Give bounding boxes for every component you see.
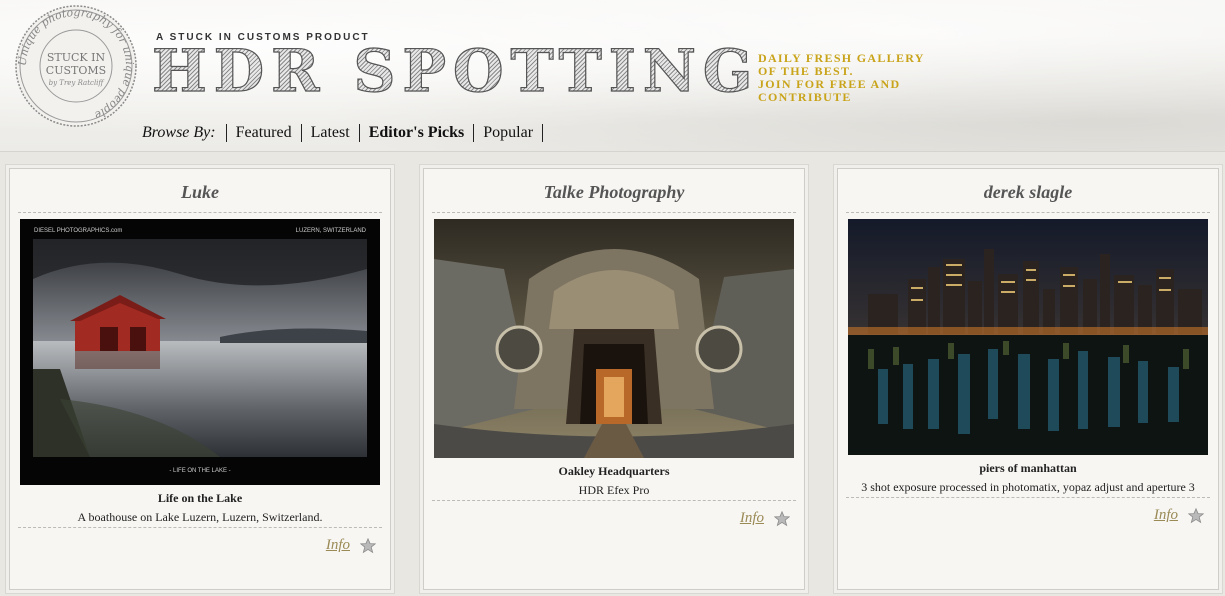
site-header: Unique photography for unique people STU… <box>0 0 1225 152</box>
photo-life-on-the-lake[interactable]: DIESEL PHOTOGRAPHICS.com LUZERN, SWITZER… <box>20 219 380 485</box>
photo-piers-of-manhattan[interactable] <box>848 219 1208 455</box>
svg-text:STUCK IN: STUCK IN <box>47 51 106 64</box>
card-divider <box>846 497 1210 498</box>
promo-text[interactable]: DAILY FRESH GALLERY OF THE BEST. JOIN FO… <box>758 52 925 104</box>
browse-nav: Browse By: Featured Latest Editor's Pick… <box>142 122 544 144</box>
info-link[interactable]: Info <box>740 510 764 527</box>
svg-text:- LIFE ON THE LAKE -: - LIFE ON THE LAKE - <box>169 468 230 474</box>
nav-editors-picks[interactable]: Editor's Picks <box>360 124 474 142</box>
photo-title[interactable]: Oakley Headquarters <box>424 464 804 479</box>
info-link[interactable]: Info <box>326 537 350 554</box>
star-icon[interactable] <box>774 510 790 527</box>
photo-card: derek slagle piers of manhattan 3 shot e… <box>837 168 1219 590</box>
card-divider <box>432 500 796 501</box>
photo-card: Luke DIESEL PHOTOGRAPHICS.com LUZERN, SW… <box>9 168 391 590</box>
photo-description: HDR Efex Pro <box>578 483 650 497</box>
card-divider <box>18 527 382 528</box>
photo-card: Talke Photography Oakley Headquarters HD… <box>423 168 805 590</box>
info-link[interactable]: Info <box>1154 507 1178 524</box>
photo-title[interactable]: piers of manhattan <box>838 461 1218 476</box>
photo-caption: Oakley Headquarters HDR Efex Pro <box>424 464 804 498</box>
photo-oakley-headquarters[interactable] <box>434 219 794 458</box>
photographer-name[interactable]: Luke <box>18 169 382 213</box>
nav-latest[interactable]: Latest <box>302 124 359 142</box>
card-footer: Info <box>1154 507 1204 524</box>
site-logo-title[interactable]: HDR SPOTTING <box>151 36 759 106</box>
svg-text:LUZERN, SWITZERLAND: LUZERN, SWITZERLAND <box>296 228 367 234</box>
nav-divider <box>542 124 544 142</box>
stuck-in-customs-seal-logo[interactable]: Unique photography for unique people STU… <box>6 3 146 129</box>
photo-description: 3 shot exposure processed in photomatix,… <box>861 480 1195 494</box>
nav-popular[interactable]: Popular <box>474 124 542 142</box>
photographer-name[interactable]: derek slagle <box>846 169 1210 213</box>
photo-caption: Life on the Lake A boathouse on Lake Luz… <box>10 491 390 525</box>
card-footer: Info <box>326 537 376 554</box>
card-footer: Info <box>740 510 790 527</box>
photo-description: A boathouse on Lake Luzern, Luzern, Swit… <box>77 510 323 524</box>
photo-title[interactable]: Life on the Lake <box>10 491 390 506</box>
nav-featured[interactable]: Featured <box>227 124 301 142</box>
svg-text:CUSTOMS: CUSTOMS <box>46 64 106 77</box>
photo-caption: piers of manhattan 3 shot exposure proce… <box>838 461 1218 495</box>
star-icon[interactable] <box>360 537 376 554</box>
browse-label: Browse By: <box>142 124 216 141</box>
svg-text:DIESEL PHOTOGRAPHICS.com: DIESEL PHOTOGRAPHICS.com <box>34 228 122 234</box>
svg-text:by Trey Ratcliff: by Trey Ratcliff <box>49 79 105 87</box>
photographer-name[interactable]: Talke Photography <box>432 169 796 213</box>
star-icon[interactable] <box>1188 507 1204 524</box>
